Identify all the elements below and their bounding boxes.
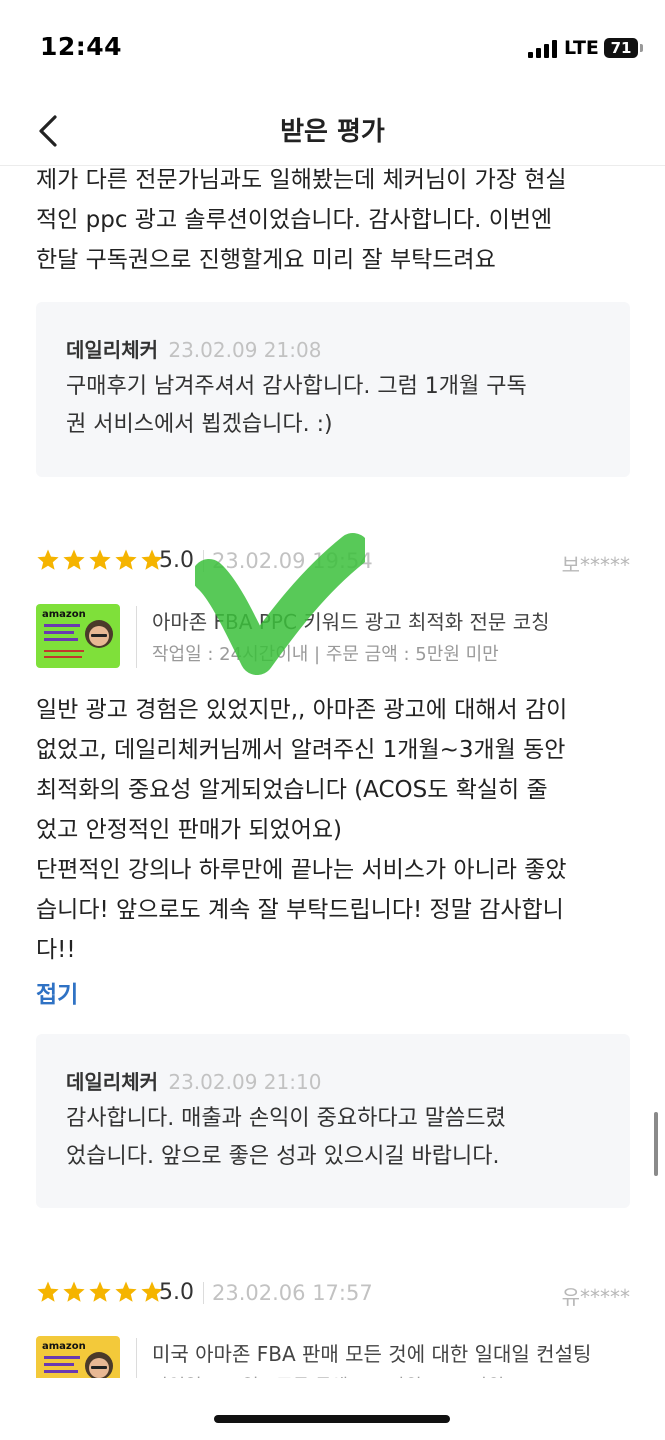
star-rating — [36, 1280, 164, 1304]
status-bar: 12:44 LTE 71 — [0, 0, 665, 95]
service-title[interactable]: 미국 아마존 FBA 판매 모든 것에 대한 일대일 컨설팅 — [152, 1338, 591, 1367]
svg-text:amazon: amazon — [42, 1341, 86, 1352]
seller-reply: 데일리체커 23.02.09 21:10 감사합니다. 매출과 손익이 중요하다… — [36, 1034, 630, 1208]
reviewer-name: 유***** — [561, 1285, 630, 1309]
network-label: LTE — [564, 37, 599, 59]
reply-date: 23.02.09 21:08 — [168, 338, 322, 362]
star-icon — [89, 1281, 111, 1302]
service-thumbnail: amazon — [36, 604, 120, 668]
star-icon — [115, 1281, 137, 1302]
star-rating — [36, 548, 164, 572]
review-text: 일반 광고 경험은 있었지만,, 아마존 광고에 대해서 감이 없었고, 데일리… — [36, 697, 568, 963]
battery-tip — [640, 44, 643, 52]
rating-score: 5.0 — [159, 548, 194, 573]
amazon-thumbnail-icon: amazon — [36, 604, 120, 668]
review-date: 23.02.06 17:57 — [212, 1281, 373, 1305]
page-header: 받은 평가 — [0, 95, 665, 166]
reply-author: 데일리체커 — [66, 338, 158, 362]
star-icon — [63, 1281, 85, 1302]
star-icon — [37, 549, 59, 570]
fold-link[interactable]: 접기 — [36, 975, 78, 1009]
reviewer-name: 보***** — [561, 553, 630, 577]
star-icon — [115, 549, 137, 570]
divider — [136, 606, 137, 668]
page-title: 받은 평가 — [280, 117, 385, 147]
rating-score: 5.0 — [159, 1280, 194, 1305]
review-rating-row: 5.0 23.02.06 17:57 유***** — [36, 1280, 630, 1312]
reply-text: 감사합니다. 매출과 손익이 중요하다고 말씀드렸 었습니다. 앞으로 좋은 성… — [66, 1106, 506, 1169]
star-icon — [37, 1281, 59, 1302]
reply-text: 구매후기 남겨주셔서 감사합니다. 그럼 1개월 구독 권 서비스에서 뵙겠습니… — [66, 374, 527, 437]
service-card[interactable]: amazon 아마존 FBA PPC 키워드 광고 최적화 전문 코칭 작업일 … — [36, 604, 630, 672]
svg-text:amazon: amazon — [42, 609, 86, 620]
service-meta: 작업일 : 24시간이내 | 주문 금액 : 5만원 미만 — [152, 644, 499, 665]
reply-header: 데일리체커 23.02.09 21:10 — [66, 1066, 321, 1095]
reply-author: 데일리체커 — [66, 1070, 158, 1094]
star-icon — [63, 549, 85, 570]
reply-header: 데일리체커 23.02.09 21:08 — [66, 334, 321, 363]
seller-reply: 데일리체커 23.02.09 21:08 구매후기 남겨주셔서 감사합니다. 그… — [36, 302, 630, 477]
divider — [203, 1282, 204, 1304]
home-indicator[interactable] — [214, 1415, 450, 1423]
signal-icon — [528, 40, 557, 58]
battery-icon: 71 — [604, 38, 638, 58]
reply-date: 23.02.09 21:10 — [168, 1070, 322, 1094]
review-date: 23.02.09 19:54 — [212, 549, 373, 573]
divider — [203, 550, 204, 572]
scrollbar[interactable] — [654, 1112, 658, 1176]
status-time: 12:44 — [40, 32, 123, 61]
service-title[interactable]: 아마존 FBA PPC 키워드 광고 최적화 전문 코칭 — [152, 606, 550, 635]
review-rating-row: 5.0 23.02.09 19:54 보***** — [36, 548, 630, 580]
star-icon — [89, 549, 111, 570]
bottom-safe-area — [0, 1378, 665, 1440]
review-text: 제가 다른 전문가님과도 일해봤는데 체커님이 가장 현실 적인 ppc 광고 … — [36, 167, 567, 273]
